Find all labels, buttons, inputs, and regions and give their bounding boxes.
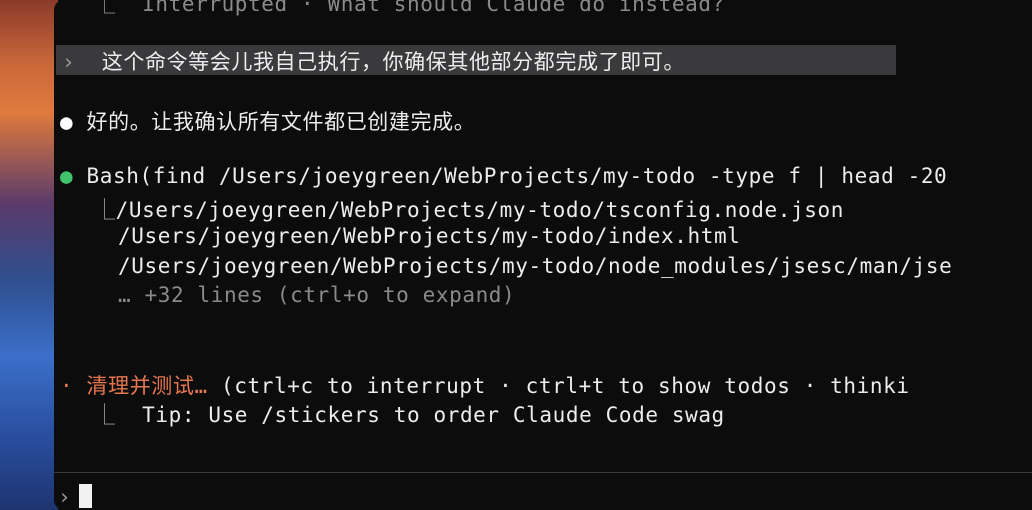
status-hints: (ctrl+c to interrupt · ctrl+t to show to…	[221, 374, 910, 398]
tool-result-line: /Users/joeygreen/WebProjects/my-todo/nod…	[118, 254, 953, 278]
terminal-window[interactable]: ⎿ Interrupted · What should Claude do in…	[54, 0, 1032, 510]
tip-text: Tip: Use /stickers to order Claude Code …	[142, 403, 725, 427]
tool-result-line: ⎿/Users/joeygreen/WebProjects/my-todo/ts…	[94, 194, 844, 224]
desktop-wallpaper	[0, 0, 58, 510]
assistant-message-text: 好的。让我确认所有文件都已创建完成。	[86, 110, 476, 134]
interrupted-text: Interrupted · What should Claude do inst…	[142, 0, 725, 16]
message-bullet-icon: ●	[60, 110, 74, 134]
tip-connector-icon: ⎿	[94, 403, 116, 427]
assistant-message: ● 好的。让我确认所有文件都已创建完成。	[60, 106, 475, 136]
tool-call-command: Bash(find /Users/joeygreen/WebProjects/m…	[86, 164, 948, 188]
interrupted-line: ⎿ Interrupted · What should Claude do in…	[94, 0, 725, 18]
tool-result-text: /Users/joeygreen/WebProjects/my-todo/tsc…	[115, 198, 844, 222]
prompt-chevron-icon: ›	[62, 50, 76, 74]
result-connector-icon: ⎿	[94, 0, 116, 16]
tool-success-bullet-icon: ●	[60, 164, 74, 188]
text-cursor	[79, 484, 93, 508]
tool-call-header: ● Bash(find /Users/joeygreen/WebProjects…	[60, 164, 947, 188]
input-chevron-icon: ›	[58, 485, 72, 509]
expand-more-lines[interactable]: … +32 lines (ctrl+o to expand)	[118, 283, 515, 307]
input-prompt[interactable]: ›	[58, 484, 93, 509]
status-spinner-icon: ·	[60, 374, 74, 398]
status-activity: 清理并测试…	[86, 374, 208, 398]
result-connector-icon: ⎿	[94, 198, 116, 222]
status-line: · 清理并测试… (ctrl+c to interrupt · ctrl+t t…	[60, 370, 910, 400]
input-divider	[54, 472, 1032, 473]
tool-result-line: /Users/joeygreen/WebProjects/my-todo/ind…	[118, 224, 741, 248]
user-message: › 这个命令等会儿我自己执行，你确保其他部分都完成了即可。	[62, 46, 685, 76]
tip-line: ⎿ Tip: Use /stickers to order Claude Cod…	[94, 399, 725, 429]
user-message-text: 这个命令等会儿我自己执行，你确保其他部分都完成了即可。	[101, 50, 685, 74]
